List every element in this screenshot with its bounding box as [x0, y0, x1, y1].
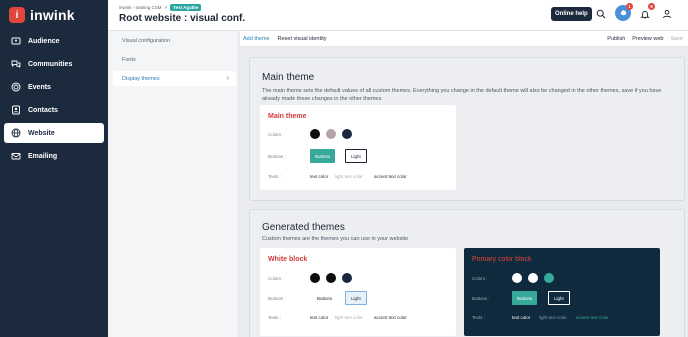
sidebar-item-label: Events — [28, 83, 51, 91]
themes-toolbar: Add theme Reset visual identity Publish … — [240, 31, 688, 47]
color-swatch[interactable] — [544, 273, 554, 283]
generated-themes-heading: Generated themes — [262, 222, 345, 233]
sidebar-item-communities[interactable]: Communities — [4, 54, 104, 74]
subnav-item-visual-configuration[interactable]: Visual configuration — [113, 33, 236, 48]
user-icon[interactable] — [661, 8, 673, 20]
light-text-color-sample: light text color — [539, 315, 567, 320]
subnav-item-label: Visual configuration — [122, 37, 170, 44]
envelope-icon — [10, 151, 21, 162]
light-button-sample[interactable]: Light — [345, 149, 367, 163]
theme-card-title: White block — [268, 256, 308, 263]
search-icon[interactable] — [595, 8, 607, 20]
notification-badge: 9 — [648, 3, 655, 10]
logo-text: inwink — [30, 7, 75, 23]
page-title: Root website : visual conf. — [119, 13, 246, 24]
buttons-label: Buttons : — [472, 296, 490, 301]
add-theme-button[interactable]: Add theme — [243, 36, 270, 42]
sidebar-item-label: Contacts — [28, 106, 58, 114]
globe-icon — [10, 128, 21, 139]
bell-icon[interactable] — [639, 8, 651, 20]
texts-label: Texts : — [472, 315, 486, 320]
texts-label: Texts : — [268, 174, 282, 179]
sidebar-item-contacts[interactable]: Contacts — [4, 100, 104, 120]
color-swatch[interactable] — [528, 273, 538, 283]
sidebar-item-emailing[interactable]: Emailing — [4, 146, 104, 166]
apps-badge: 1 — [626, 3, 633, 10]
colors-label: Colors : — [268, 276, 284, 281]
app-logo[interactable]: i inwink — [9, 7, 75, 23]
publish-button[interactable]: Publish — [607, 36, 625, 42]
light-button-sample[interactable]: Light — [548, 291, 570, 305]
theme-card-title: Main theme — [268, 113, 307, 120]
primary-color-block-theme-card[interactable]: Primary color block Colors : Buttons : B… — [464, 248, 660, 336]
main-theme-panel: Main theme The main theme sets the defau… — [249, 57, 685, 201]
color-swatch[interactable] — [342, 273, 352, 283]
light-button-sample[interactable]: Light — [345, 291, 367, 305]
sidebar-item-audience[interactable]: Audience — [4, 31, 104, 51]
color-swatch[interactable] — [310, 129, 320, 139]
text-color-sample: text color — [512, 315, 531, 320]
primary-button-sample[interactable]: Buttons — [312, 291, 338, 305]
texts-label: Texts : — [268, 315, 282, 320]
theme-card-title: Primary color block — [472, 256, 532, 263]
sidebar-nav: Audience Communities Events Contacts Web… — [4, 31, 104, 169]
apps-icon — [619, 8, 628, 19]
accent-text-color-sample: accent text color — [576, 315, 609, 320]
subnav-item-label: Display themes — [122, 75, 160, 82]
target-icon — [10, 82, 21, 93]
online-help-button[interactable]: Online help — [551, 7, 592, 21]
chat-bubbles-icon — [10, 59, 21, 70]
colors-label: Colors : — [472, 276, 488, 281]
color-swatch[interactable] — [512, 273, 522, 283]
breadcrumb: inwink - training CSM > Test Agathe — [119, 4, 202, 11]
white-block-theme-card[interactable]: White block Colors : Buttons : Buttons L… — [260, 248, 456, 336]
color-swatch[interactable] — [326, 273, 336, 283]
light-text-color-sample: light text color — [335, 315, 363, 320]
breadcrumb-item[interactable]: inwink - training CSM — [119, 5, 162, 10]
sidebar-item-events[interactable]: Events — [4, 77, 104, 97]
main-theme-heading: Main theme — [262, 72, 315, 83]
preview-web-button[interactable]: Preview web — [632, 36, 663, 42]
sidebar-item-label: Website — [28, 129, 55, 137]
primary-button-sample[interactable]: Buttons — [310, 149, 336, 163]
reset-visual-identity-button[interactable]: Reset visual identity — [278, 36, 327, 42]
subnav-item-fonts[interactable]: Fonts — [113, 52, 236, 67]
buttons-label: Buttons : — [268, 154, 286, 159]
top-header: inwink - training CSM > Test Agathe Root… — [108, 0, 688, 31]
chevron-right-icon: › — [226, 75, 229, 82]
sidebar-item-label: Emailing — [28, 152, 58, 160]
breadcrumb-separator: > — [164, 5, 168, 10]
buttons-label: Buttons : — [268, 296, 286, 301]
sidebar-item-website[interactable]: Website — [4, 123, 104, 143]
sidebar: i inwink Audience Communities Events Con… — [0, 0, 108, 337]
subnav-item-label: Fonts — [122, 56, 136, 63]
accent-text-color-sample: accent text color — [374, 315, 407, 320]
text-color-sample: text color — [310, 315, 329, 320]
logo-badge: i — [9, 7, 25, 23]
breadcrumb-badge[interactable]: Test Agathe — [170, 4, 202, 11]
main-theme-card[interactable]: Main theme Colors : Buttons : Buttons Li… — [260, 105, 456, 190]
accent-text-color-sample: accent text color — [374, 174, 407, 179]
light-text-color-sample: light text color — [335, 174, 363, 179]
colors-label: Colors : — [268, 132, 284, 137]
color-swatch[interactable] — [310, 273, 320, 283]
sidebar-item-label: Audience — [28, 37, 60, 45]
subnav-item-display-themes[interactable]: Display themes › — [113, 71, 236, 86]
save-button[interactable]: Save — [670, 36, 683, 42]
visual-config-subnav: Visual configuration Fonts Display theme… — [108, 31, 239, 337]
main-theme-description: The main theme sets the default values o… — [262, 88, 662, 102]
id-card-icon — [10, 36, 21, 47]
text-color-sample: text color — [310, 174, 329, 179]
color-swatch[interactable] — [342, 129, 352, 139]
color-swatch[interactable] — [326, 129, 336, 139]
generated-themes-panel: Generated themes Custom themes are the t… — [249, 209, 685, 337]
generated-themes-description: Custom themes are the themes you can use… — [262, 236, 409, 242]
contact-card-icon — [10, 105, 21, 116]
sidebar-item-label: Communities — [28, 60, 73, 68]
primary-button-sample[interactable]: Buttons — [512, 291, 538, 305]
